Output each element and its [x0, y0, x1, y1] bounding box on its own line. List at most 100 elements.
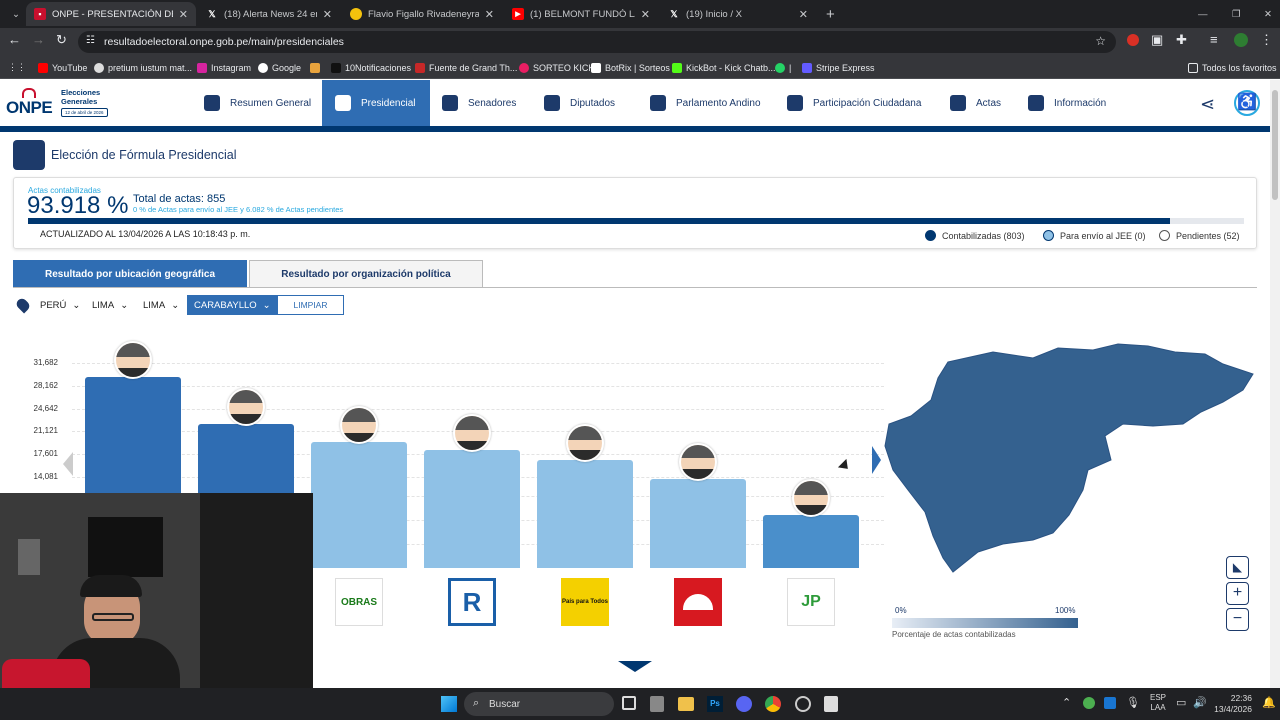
network-icon[interactable]: ▭	[1176, 696, 1186, 709]
filter-departamento[interactable]: LIMA ⌄	[92, 296, 128, 314]
share-icon[interactable]: ⋖	[1200, 94, 1215, 115]
restore-icon[interactable]: ❐	[1224, 2, 1246, 26]
grid-line	[72, 385, 884, 387]
bookmark-10notificaciones[interactable]: 10Notificaciones	[331, 61, 411, 74]
extension-icon[interactable]	[1127, 34, 1139, 46]
calculator-icon[interactable]	[824, 696, 838, 712]
tv-screen	[88, 517, 163, 577]
close-tab-icon[interactable]: ✕	[641, 8, 650, 21]
clock[interactable]: 22:36 13/4/2026	[1212, 693, 1252, 715]
zoom-out-button[interactable]: −	[1226, 608, 1249, 631]
scroll-down-arrow[interactable]	[618, 661, 652, 672]
filter-pais[interactable]: PERÚ ⌄	[40, 296, 80, 314]
obs-icon[interactable]	[795, 696, 811, 712]
minimize-icon[interactable]: —	[1190, 2, 1212, 26]
tab-search-button[interactable]: ⌄	[4, 2, 24, 26]
browser-tab-flavio[interactable]: Flavio Figallo Rivadeneyra es el✕	[342, 2, 502, 26]
candidate-bar[interactable]	[763, 514, 859, 568]
nav-actas[interactable]: Actas	[950, 80, 1010, 126]
profile-avatar[interactable]	[1234, 33, 1248, 47]
tray-app-icon[interactable]	[1083, 697, 1095, 709]
zoom-in-button[interactable]: +	[1226, 582, 1249, 605]
browser-tab-x-alerta[interactable]: 𝕏 (18) Alerta News 24 en X: "🇵🇪 | A✕	[198, 2, 340, 26]
map-color-scale	[892, 618, 1078, 628]
page-scrollbar[interactable]	[1270, 80, 1280, 688]
bookmark-stripe[interactable]: Stripe Express	[802, 61, 875, 74]
nav-resumen-general[interactable]: Resumen General	[204, 80, 314, 126]
bookmark-botrix[interactable]: BotRix | Sorteos	[591, 61, 670, 74]
bookmark-star-icon[interactable]: ☆	[1095, 34, 1106, 48]
nav-presidencial[interactable]: Presidencial	[322, 80, 430, 126]
chevron-down-icon: ⌄	[12, 8, 20, 20]
site-info-icon[interactable]: ☷	[86, 35, 95, 46]
scroll-thumb[interactable]	[1272, 90, 1278, 200]
close-tab-icon[interactable]: ✕	[179, 8, 188, 21]
limpiar-button[interactable]: LIMPIAR	[277, 295, 344, 315]
bookmark-youtube[interactable]: YouTube	[38, 61, 87, 74]
tray-chevron-icon[interactable]: ⌃	[1062, 696, 1071, 709]
chart-prev-arrow[interactable]	[63, 452, 73, 476]
bookmark-google[interactable]: Google	[258, 61, 301, 74]
filter-distrito[interactable]: CARABAYLLO ⌄	[187, 295, 277, 315]
chart-next-arrow[interactable]	[872, 446, 881, 474]
tab-ubicacion-geografica[interactable]: Resultado por ubicación geográfica	[13, 260, 247, 288]
extension-icon[interactable]: ▣	[1151, 32, 1163, 48]
district-map[interactable]	[883, 340, 1258, 585]
candidate-bar[interactable]	[424, 450, 520, 568]
candidate-bar[interactable]	[537, 459, 633, 568]
reload-icon[interactable]: ↻	[56, 32, 67, 48]
nav-senadores[interactable]: Senadores	[442, 80, 532, 126]
onpe-logo[interactable]: ONPE Elecciones Generales 12 de abril de…	[6, 88, 116, 120]
close-window-icon[interactable]: ✕	[1256, 2, 1278, 26]
notifications-icon[interactable]: 🔔	[1262, 696, 1276, 709]
bookmark-instagram[interactable]: Instagram	[197, 61, 251, 74]
apps-icon[interactable]: ⋮⋮	[8, 61, 26, 74]
discord-icon[interactable]	[736, 696, 752, 712]
chrome-icon[interactable]	[765, 696, 781, 712]
nav-participacion-ciudadana[interactable]: Participación Ciudadana	[787, 80, 937, 126]
site-favicon	[350, 8, 362, 20]
bookmark-whatsapp[interactable]: |	[775, 61, 791, 74]
volume-icon[interactable]: 🔊	[1193, 696, 1207, 709]
bookmark-kickbot[interactable]: KickBot - Kick Chatb...	[672, 61, 776, 74]
header-accent-bar	[0, 126, 1270, 132]
peru-map-reset-button[interactable]: ◣	[1226, 556, 1249, 579]
taskbar-search[interactable]: ⌕ Buscar	[464, 692, 614, 716]
close-tab-icon[interactable]: ✕	[323, 8, 332, 21]
accessibility-icon[interactable]: ♿	[1234, 90, 1260, 116]
extensions-puzzle-icon[interactable]: ✚	[1176, 32, 1187, 48]
back-icon[interactable]: ←	[8, 32, 21, 47]
tab-organizacion-politica[interactable]: Resultado por organización política	[249, 260, 483, 288]
browser-tab-youtube[interactable]: ▶ (1) BELMONT FUNDÓ LA TELET✕	[504, 2, 658, 26]
file-explorer-icon[interactable]	[678, 697, 694, 711]
candidate-bar[interactable]	[311, 442, 407, 568]
nav-parlamento-andino[interactable]: Parlamento Andino	[650, 80, 770, 126]
new-tab-button[interactable]: +	[818, 2, 840, 26]
bookmark-sorteo-kick[interactable]: SORTEO KICK	[519, 61, 594, 74]
browser-menu-icon[interactable]: ⋮	[1260, 32, 1273, 48]
close-tab-icon[interactable]: ✕	[799, 8, 808, 21]
bookmark-pretium[interactable]: pretium iustum mat...	[94, 61, 192, 74]
photoshop-icon[interactable]: Ps	[707, 696, 723, 712]
bookmark-unlabeled[interactable]	[310, 61, 324, 74]
browser-tab-onpe[interactable]: ▪ ONPE - PRESENTACIÓN DE RES✕	[26, 2, 196, 26]
microphone-icon[interactable]: 🎙	[1126, 696, 1140, 709]
media-icon[interactable]: ≡	[1210, 32, 1218, 47]
close-tab-icon[interactable]: ✕	[485, 8, 494, 21]
task-view-icon[interactable]	[622, 696, 636, 710]
taskbar-app-icon[interactable]	[650, 696, 664, 712]
browser-tab-x-inicio[interactable]: 𝕏 (19) Inicio / X ✕	[660, 2, 816, 26]
address-bar-row: ← → ↻ ☷ resultadoelectoral.onpe.gob.pe/m…	[0, 28, 1280, 56]
tray-app-icon[interactable]	[1104, 697, 1116, 709]
nav-diputados[interactable]: Diputados	[544, 80, 634, 126]
url-input[interactable]: ☷ resultadoelectoral.onpe.gob.pe/main/pr…	[78, 31, 1116, 53]
nav-informacion[interactable]: Información	[1028, 80, 1118, 126]
forward-icon[interactable]: →	[32, 32, 45, 47]
bookmark-grand-theft[interactable]: Fuente de Grand Th...	[415, 61, 517, 74]
candidate-bar[interactable]	[650, 478, 746, 568]
windows-start-icon[interactable]	[441, 696, 457, 712]
language-indicator[interactable]: ESP LAA	[1150, 693, 1166, 713]
all-bookmarks[interactable]: Todos los favoritos	[1188, 61, 1277, 74]
filter-provincia[interactable]: LIMA ⌄	[143, 296, 179, 314]
candidate-photo	[340, 406, 378, 445]
